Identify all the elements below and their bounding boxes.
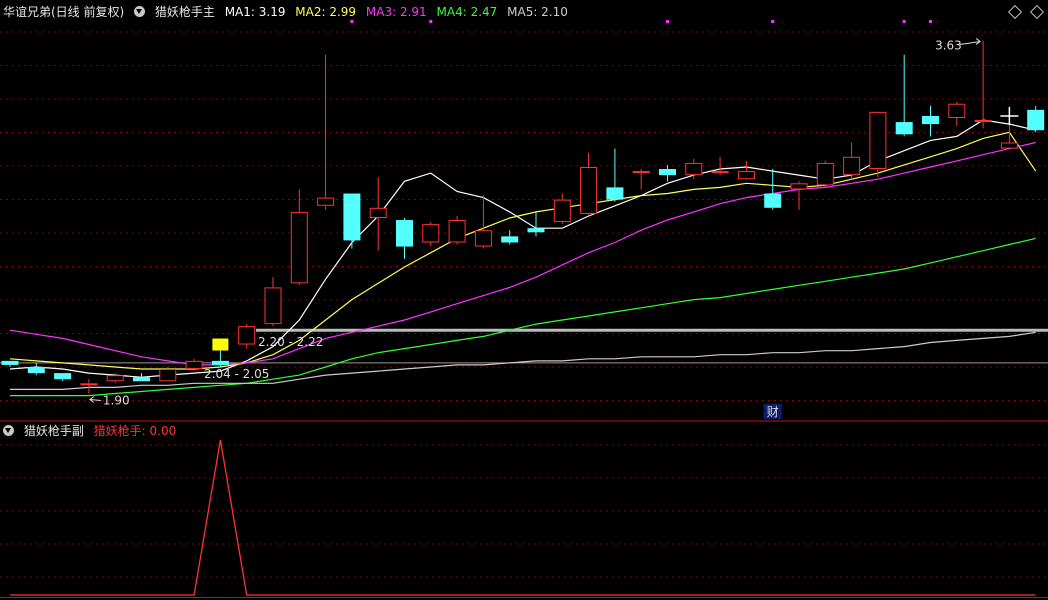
candle-body <box>474 230 492 247</box>
diamond-icon-2[interactable] <box>1029 4 1045 20</box>
top-marker <box>771 20 775 23</box>
signal-marker <box>212 338 229 351</box>
candle-body <box>580 166 598 214</box>
ma4-label: MA4: 2.47 <box>436 5 498 19</box>
finance-marker[interactable]: 财 <box>767 405 779 419</box>
candle-body <box>317 197 335 206</box>
low-label: 1.90 <box>103 394 130 408</box>
candle-body <box>948 103 966 119</box>
candle-body <box>895 122 913 135</box>
ma2-label: MA2: 2.99 <box>295 5 357 19</box>
candle-body <box>290 211 308 284</box>
candle-body <box>737 171 755 180</box>
indicator-name[interactable]: 猎妖枪手主 <box>155 5 215 19</box>
top-marker <box>666 20 669 23</box>
candle-body <box>80 383 98 386</box>
candle-body <box>1000 142 1018 149</box>
candle-body <box>396 220 413 247</box>
candle-body <box>711 171 729 174</box>
ma3-label: MA3: 2.91 <box>365 5 427 19</box>
candle-body <box>553 199 571 223</box>
candle-body <box>185 360 203 370</box>
top-marker <box>929 20 932 23</box>
candle-body <box>54 373 72 380</box>
sub-indicator-value: 猎妖枪手: 0.00 <box>93 424 177 438</box>
candle-body <box>238 326 256 345</box>
candle-body <box>606 187 624 200</box>
candle-body <box>448 220 466 243</box>
candle-body <box>343 193 361 241</box>
candle-body <box>816 162 834 186</box>
candle-body <box>685 162 703 176</box>
candle-body <box>632 171 650 174</box>
candle-body <box>843 156 861 176</box>
candle-body <box>1027 109 1045 131</box>
ma1-label: MA1: 3.19 <box>224 5 286 19</box>
stock-title[interactable]: 华谊兄弟(日线 前复权) <box>3 5 124 19</box>
sub-indicator-line <box>10 439 1036 596</box>
dropdown-icon[interactable] <box>134 6 146 17</box>
candle-body <box>869 111 887 170</box>
candle-body <box>764 193 782 208</box>
candle-body <box>501 236 519 243</box>
candle-body <box>264 287 282 325</box>
candle-body <box>527 228 545 233</box>
candle-body <box>211 360 229 365</box>
chart-controls <box>1002 4 1045 20</box>
main-chart-header: 华谊兄弟(日线 前复权) 猎妖枪手主 MA1: 3.19 MA2: 2.99 M… <box>3 3 574 21</box>
candle-body <box>27 366 45 374</box>
candle-body <box>659 169 676 176</box>
high-label: 3.63 <box>935 38 962 52</box>
range-upper-label: 2.20 - 2.22 <box>258 335 323 349</box>
candle-body <box>106 375 124 382</box>
candle-body <box>922 115 939 125</box>
candle-body <box>369 207 387 218</box>
candle-body <box>1 360 19 365</box>
top-marker <box>902 20 906 23</box>
candle-body <box>133 377 150 382</box>
candle-body <box>974 120 992 123</box>
chart-canvas[interactable]: 3.63 1.90 2.20 - 2.22 2.04 - 2.05 财 <box>0 0 1048 600</box>
sub-indicator-name[interactable]: 猎妖枪手副 <box>24 424 84 438</box>
candle-body <box>422 224 440 243</box>
sub-chart-header: 猎妖枪手副 猎妖枪手: 0.00 <box>3 422 182 440</box>
ma5-label: MA5: 2.10 <box>507 5 568 19</box>
candle-body <box>159 369 177 382</box>
stock-chart-window: 3.63 1.90 2.20 - 2.22 2.04 - 2.05 财 华谊兄弟(日线 … <box>0 0 1048 600</box>
candle-body <box>790 183 808 190</box>
dropdown-icon[interactable] <box>3 425 14 436</box>
range-lower-label: 2.04 - 2.05 <box>204 367 269 381</box>
diamond-icon[interactable] <box>1008 4 1023 20</box>
